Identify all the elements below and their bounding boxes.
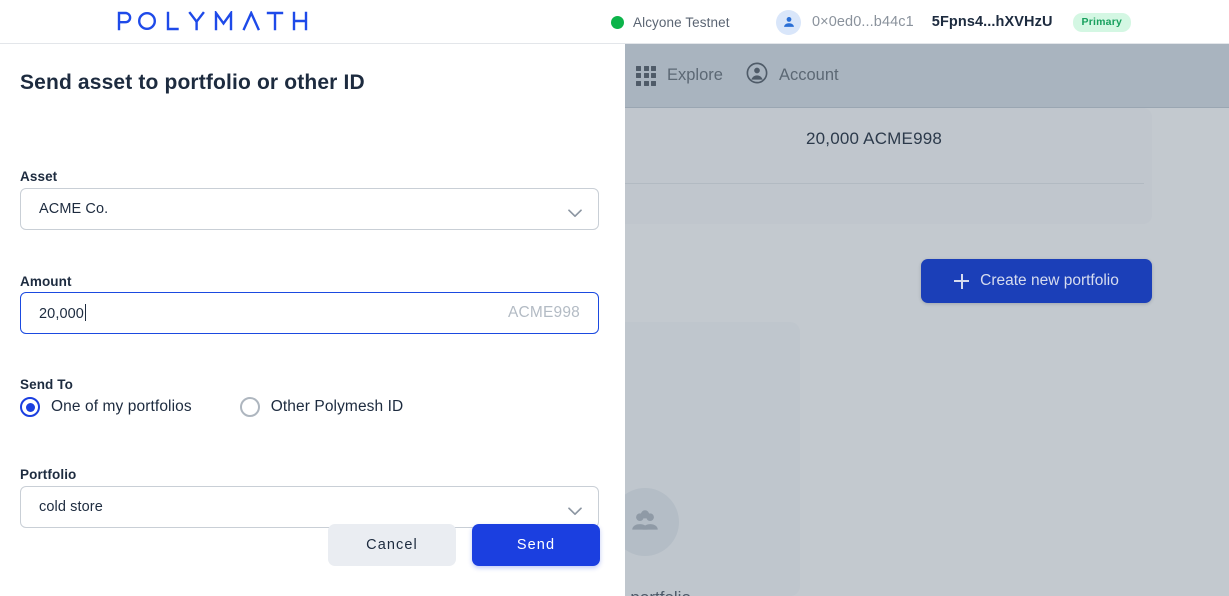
subnav-label-account: Account bbox=[779, 66, 839, 84]
person-icon bbox=[776, 9, 801, 35]
chevron-down-icon bbox=[568, 503, 582, 515]
account-circle-icon bbox=[746, 62, 768, 89]
radio-label-other-id: Other Polymesh ID bbox=[270, 398, 404, 415]
radio-label-my-portfolios: One of my portfolios bbox=[51, 398, 192, 415]
subnav-item-account[interactable]: Account bbox=[746, 62, 839, 89]
subnav-item-explore[interactable]: Explore bbox=[636, 65, 723, 86]
portfolio-label: Portfolio bbox=[20, 467, 77, 482]
send-to-label: Send To bbox=[20, 377, 73, 392]
chevron-down-icon bbox=[568, 205, 582, 217]
modal-title: Send asset to portfolio or other ID bbox=[20, 71, 365, 94]
account-did: 0×0ed0...b44c1 bbox=[812, 14, 914, 30]
primary-key-badge: Primary bbox=[1072, 12, 1132, 32]
balance-card: 20,000 ACME998 bbox=[596, 108, 1152, 224]
polymath-logo[interactable] bbox=[117, 11, 313, 31]
balance-amount: 20,000 ACME998 bbox=[805, 129, 943, 148]
balance-card-divider bbox=[604, 183, 1144, 184]
asset-select-value: ACME Co. bbox=[39, 201, 109, 217]
subnav-label-explore: Explore bbox=[667, 66, 723, 84]
create-new-portfolio-button[interactable]: Create new portfolio bbox=[921, 259, 1152, 303]
asset-select[interactable]: ACME Co. bbox=[20, 188, 599, 230]
grid-icon bbox=[636, 65, 656, 86]
send-button[interactable]: Send bbox=[472, 524, 600, 566]
radio-indicator-selected[interactable] bbox=[20, 397, 40, 417]
amount-input-value: 20,000 bbox=[39, 304, 86, 322]
radio-option-other-id[interactable]: Other Polymesh ID bbox=[239, 397, 404, 417]
network-name: Alcyone Testnet bbox=[633, 14, 730, 30]
text-caret bbox=[84, 304, 86, 321]
cancel-button[interactable]: Cancel bbox=[328, 524, 456, 566]
portfolio-select-value: cold store bbox=[39, 499, 103, 515]
plus-icon bbox=[954, 273, 970, 289]
radio-indicator-unselected[interactable] bbox=[239, 397, 260, 417]
amount-input[interactable]: 20,000 ACME998 bbox=[20, 292, 599, 334]
app-root: Explore Account 20,000 ACME998 Create ne… bbox=[0, 0, 1229, 596]
asset-label: Asset bbox=[20, 169, 58, 184]
send-to-radio-group: One of my portfolios Other Polymesh ID bbox=[20, 397, 403, 417]
network-status-dot bbox=[611, 15, 624, 29]
portfolio-select[interactable]: cold store bbox=[20, 486, 599, 528]
top-header-bar: Alcyone Testnet 0×0ed0...b44c1 5Fpns4...… bbox=[0, 0, 1229, 44]
network-status: Alcyone Testnet bbox=[611, 0, 730, 44]
account-cluster[interactable]: 0×0ed0...b44c1 5Fpns4...hXVHzU Primary bbox=[776, 0, 1132, 44]
create-new-portfolio-label: Create new portfolio bbox=[980, 272, 1119, 289]
modal-actions: Cancel Send bbox=[328, 524, 600, 566]
account-key: 5Fpns4...hXVHzU bbox=[931, 14, 1053, 30]
amount-suffix-ticker: ACME998 bbox=[507, 304, 580, 321]
amount-label: Amount bbox=[20, 274, 72, 289]
send-asset-modal: Send asset to portfolio or other ID Asse… bbox=[0, 44, 625, 596]
radio-option-my-portfolios[interactable]: One of my portfolios bbox=[20, 397, 192, 417]
